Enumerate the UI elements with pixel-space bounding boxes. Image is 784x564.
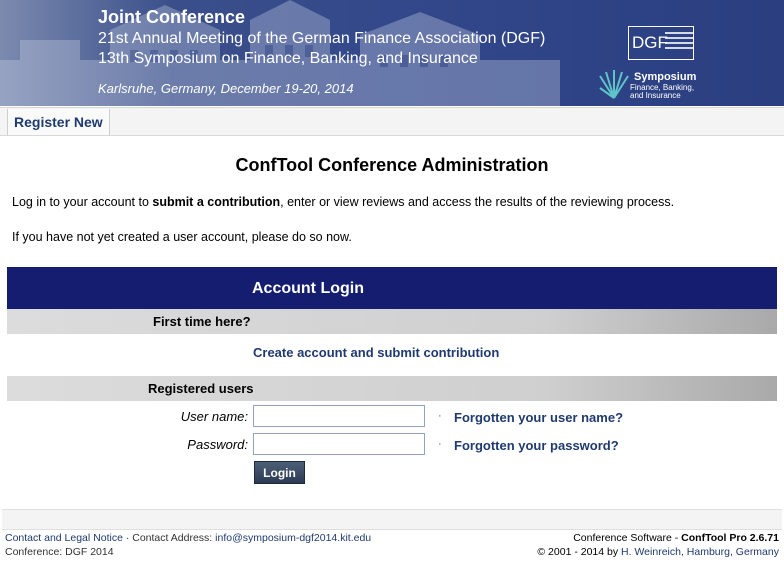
footer-copyright-line: © 2001 - 2014 by H. Weinreich, Hamburg, … [537, 546, 779, 558]
dgf-logo-text: DGF [632, 33, 668, 52]
footer-conference-name: Conference: DGF 2014 [5, 546, 114, 558]
dgf-logo-fineprint [665, 32, 693, 56]
banner-subtitle-symposium: 13th Symposium on Finance, Banking, and … [98, 50, 478, 67]
intro-text-part1: Log in to your account to [12, 195, 153, 209]
contact-address-label: · Contact Address: [122, 532, 216, 544]
banner-place-date: Karlsruhe, Germany, December 19-20, 2014 [98, 81, 354, 96]
intro-create-account-text: If you have not yet created a user accou… [12, 230, 352, 244]
first-time-bar: First time here? [7, 309, 777, 334]
symposium-logo: Symposium Finance, Banking, and Insuranc… [597, 68, 697, 102]
account-login-title: Account Login [252, 280, 364, 297]
username-label: User name: [180, 409, 248, 424]
author-link[interactable]: H. Weinreich, Hamburg, Germany [621, 546, 779, 558]
banner-title: Joint Conference [98, 7, 246, 27]
intro-text-part2: , enter or view reviews and access the r… [280, 195, 675, 209]
separator-dot: · [438, 438, 442, 450]
footer-band [2, 509, 782, 530]
symposium-fan-icon [599, 70, 629, 99]
footer-contact-line: Contact and Legal Notice · Contact Addre… [5, 532, 371, 544]
symposium-logo-subtitle: Finance, Banking, and Insurance [630, 83, 695, 100]
intro-text: Log in to your account to submit a contr… [12, 195, 674, 209]
registered-users-bar: Registered users [7, 376, 777, 401]
first-time-label: First time here? [153, 314, 251, 329]
password-label: Password: [187, 437, 248, 452]
login-button[interactable]: Login [254, 461, 305, 484]
banner-subtitle-dgf: 21st Annual Meeting of the German Financ… [98, 30, 546, 47]
conference-banner: Joint Conference 21st Annual Meeting of … [0, 0, 784, 106]
register-new-link[interactable]: Register New [7, 109, 110, 135]
top-navbar: Register New [0, 107, 784, 136]
password-input[interactable] [253, 433, 425, 455]
page-title: ConfTool Conference Administration [235, 155, 549, 175]
registered-users-label: Registered users [148, 381, 254, 396]
contact-legal-link[interactable]: Contact and Legal Notice [5, 532, 123, 544]
intro-text-bold: submit a contribution [152, 195, 281, 209]
copyright-prefix: © 2001 - 2014 by [537, 546, 622, 558]
contact-email-link[interactable]: info@symposium-dgf2014.kit.edu [215, 532, 371, 544]
footer-software-line: Conference Software - ConfTool Pro 2.6.7… [573, 532, 779, 544]
account-login-header: Account Login [7, 267, 777, 309]
software-prefix: Conference Software - [573, 532, 682, 544]
forgot-password-link[interactable]: Forgotten your password? [454, 438, 619, 453]
software-name-link[interactable]: ConfTool Pro 2.6.71 [681, 532, 779, 544]
separator-dot: · [438, 410, 442, 422]
symposium-logo-title: Symposium [634, 71, 697, 83]
username-input[interactable] [253, 405, 425, 427]
forgot-username-link[interactable]: Forgotten your user name? [454, 410, 623, 425]
dgf-logo: DGF [628, 26, 694, 60]
create-account-link[interactable]: Create account and submit contribution [253, 345, 499, 360]
